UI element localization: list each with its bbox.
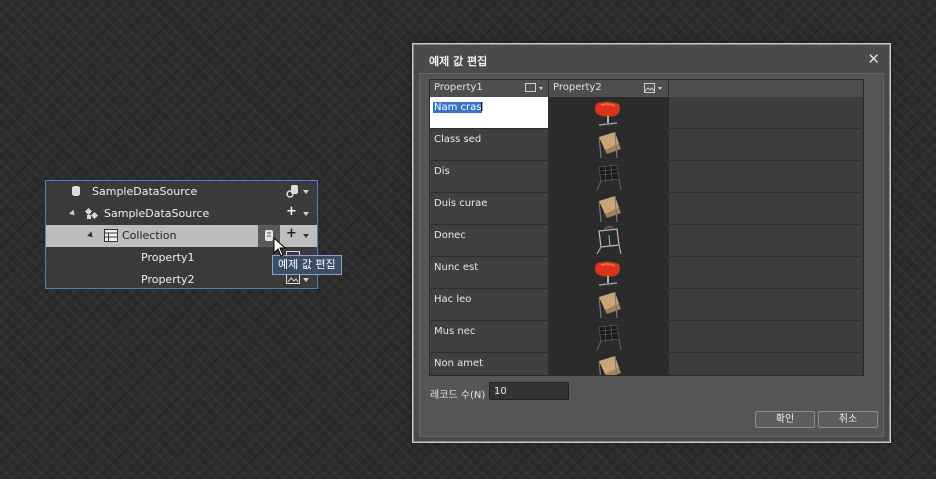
property2-cell[interactable] (549, 129, 669, 160)
table-row[interactable]: Duis curae (430, 193, 861, 225)
chevron-down-icon[interactable] (658, 87, 662, 90)
property1-cell[interactable]: Nam cras I (430, 97, 549, 128)
tan-sling-chair-image (598, 355, 621, 375)
empty-cell (669, 257, 861, 288)
cancel-button[interactable]: 취소 (818, 411, 878, 428)
property2-cell[interactable] (549, 97, 669, 128)
tree-row-datasource-root[interactable]: SampleDataSource (46, 181, 317, 203)
empty-cell (669, 97, 861, 128)
wire-frame-chair-image (596, 226, 622, 255)
cell-value: Nunc est (434, 262, 479, 273)
chevron-down-icon[interactable] (303, 212, 309, 216)
property1-cell[interactable]: Duis curae (430, 193, 549, 224)
cell-value: Duis curae (434, 198, 488, 209)
property1-cell[interactable]: Class sed (430, 129, 549, 160)
property1-cell[interactable]: Donec (430, 225, 549, 256)
property2-cell[interactable] (549, 225, 669, 256)
cell-value: Dis (434, 166, 450, 177)
image-type-icon[interactable] (644, 83, 655, 93)
property1-cell[interactable]: Non amet (430, 353, 549, 375)
property1-cell[interactable]: Nunc est (430, 257, 549, 288)
black-wire-chair-image (596, 324, 622, 351)
tree-row-label: SampleDataSource (104, 207, 210, 220)
cell-value: Donec (434, 230, 466, 241)
dialog-content: Property1 Property2 Nam cras I Class sed… (419, 73, 884, 437)
property2-cell[interactable] (549, 161, 669, 192)
table-row[interactable]: Mus nec (430, 321, 861, 353)
record-count-input[interactable] (489, 382, 569, 400)
table-row[interactable]: Nunc est (430, 257, 861, 289)
cell-value: Mus nec (434, 326, 476, 337)
empty-cell (669, 193, 861, 224)
table-row[interactable]: Non amet (430, 353, 861, 375)
ok-button[interactable]: 확인 (755, 411, 815, 428)
table-row[interactable]: Dis (430, 161, 861, 193)
datasource-options-icon[interactable] (286, 184, 300, 198)
add-property-icon[interactable]: + (286, 226, 297, 241)
empty-cell (669, 225, 861, 256)
edit-values-tooltip: 예제 값 편집 (272, 255, 342, 275)
empty-cell (669, 353, 861, 375)
property2-cell[interactable] (549, 193, 669, 224)
red-swan-chair-image (595, 101, 620, 126)
chevron-down-icon[interactable] (303, 190, 309, 194)
cell-value: Hac leo (434, 294, 472, 305)
table-row[interactable]: Class sed (430, 129, 861, 161)
property1-cell[interactable]: Dis (430, 161, 549, 192)
empty-cell (669, 321, 861, 352)
tree-row-datasource[interactable]: SampleDataSource + (46, 203, 317, 225)
column-header-label: Property1 (434, 82, 483, 93)
property1-cell[interactable]: Mus nec (430, 321, 549, 352)
record-count-label: 레코드 수(N) (430, 390, 486, 401)
sample-values-grid: Property1 Property2 Nam cras I Class sed… (429, 79, 864, 376)
tree-row-label: SampleDataSource (92, 185, 198, 198)
column-header-property1[interactable]: Property1 (430, 80, 549, 97)
tree-row-label: Property1 (141, 251, 195, 264)
table-row[interactable]: Nam cras I (430, 97, 861, 129)
black-wire-chair-image (596, 164, 622, 191)
cell-value-input[interactable]: Nam cras (433, 102, 483, 113)
property1-cell[interactable]: Hac leo (430, 289, 549, 320)
collection-icon (104, 229, 118, 242)
tree-row-label: Collection (122, 229, 177, 242)
tan-sling-chair-image (598, 195, 621, 223)
cell-value: Class sed (434, 134, 482, 145)
empty-cell (669, 289, 861, 320)
property2-cell[interactable] (549, 321, 669, 352)
mouse-pointer-icon (273, 237, 287, 257)
chevron-down-icon[interactable] (303, 278, 309, 282)
table-row[interactable]: Donec (430, 225, 861, 257)
dialog-title-bar[interactable]: 예제 값 편집 ✕ (414, 45, 889, 73)
table-row[interactable]: Hac leo (430, 289, 861, 321)
add-property-icon[interactable]: + (286, 204, 297, 219)
property2-cell[interactable] (549, 257, 669, 288)
dialog-title: 예제 값 편집 (429, 55, 488, 68)
column-header-property2[interactable]: Property2 (549, 80, 669, 97)
chevron-down-icon[interactable] (303, 234, 309, 238)
tan-sling-chair-image (598, 131, 621, 159)
datasource-icon (85, 207, 99, 220)
text-cursor-icon: I (480, 100, 484, 114)
vertical-scrollbar[interactable] (861, 97, 863, 375)
property2-cell[interactable] (549, 289, 669, 320)
property2-cell[interactable] (549, 353, 669, 375)
tree-row-label: Property2 (141, 273, 195, 286)
edit-sample-values-dialog: 예제 값 편집 ✕ Property1 Property2 Nam cras I… (413, 44, 890, 442)
red-swan-chair-image (595, 261, 620, 286)
close-icon[interactable]: ✕ (867, 50, 880, 68)
cell-value: Non amet (434, 358, 484, 369)
database-icon (72, 186, 80, 196)
text-type-icon[interactable] (525, 83, 536, 92)
expand-arrow-icon[interactable] (69, 209, 77, 218)
tan-sling-chair-image (598, 291, 621, 319)
empty-cell (669, 129, 861, 160)
column-header-label: Property2 (553, 82, 602, 93)
chevron-down-icon[interactable] (539, 87, 543, 90)
empty-cell (669, 161, 861, 192)
column-header-empty (669, 80, 863, 97)
expand-arrow-icon[interactable] (87, 231, 95, 240)
